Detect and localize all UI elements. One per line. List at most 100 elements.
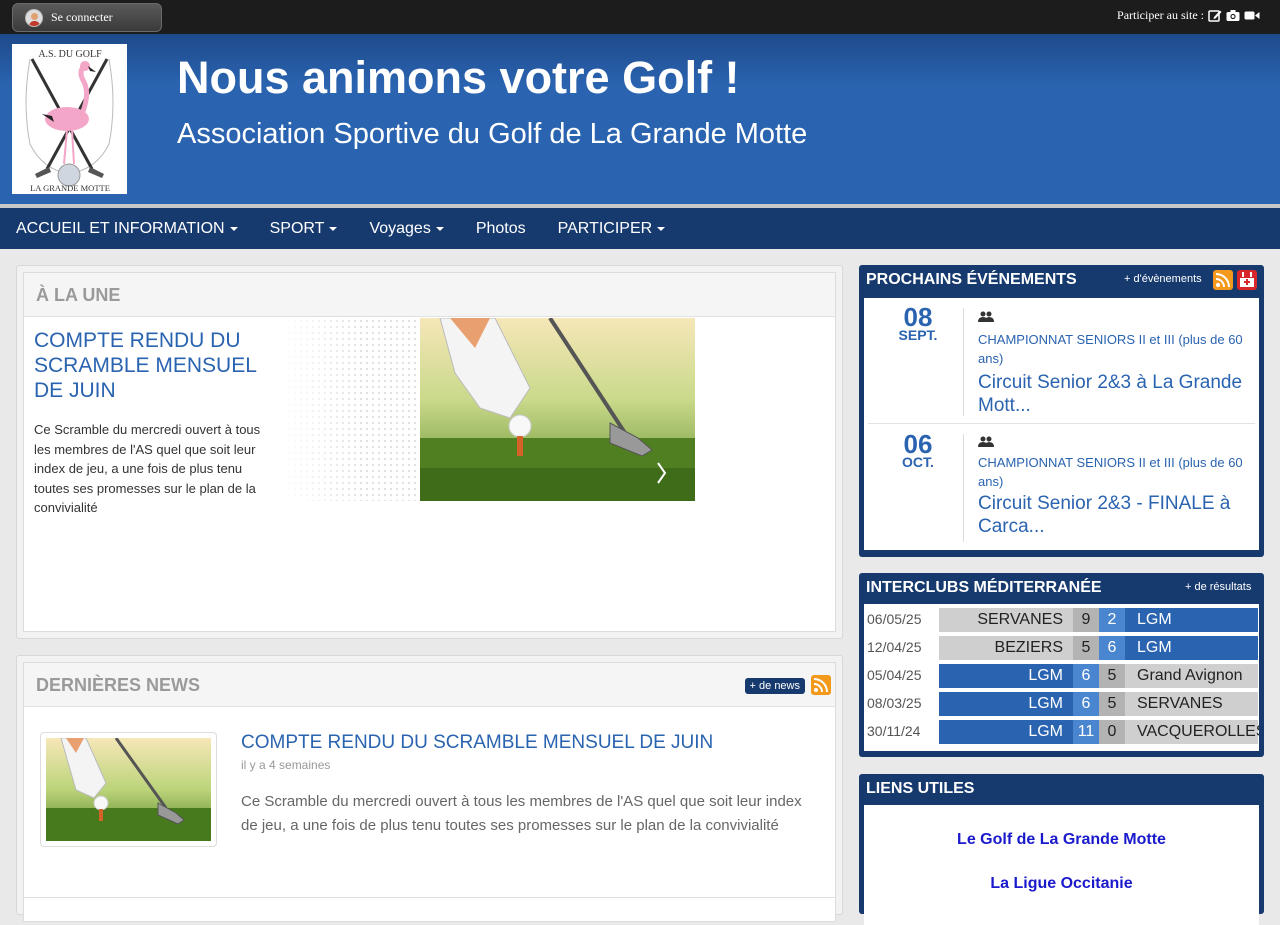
user-avatar-icon [25,8,43,27]
site-title: Nous animons votre Golf ! [177,52,740,103]
links-title: LIENS UTILES [866,780,975,797]
event-name[interactable]: Circuit Senior 2&3 à La Grande Mott... [978,371,1248,417]
news-timestamp: il y a 4 semaines [241,758,331,772]
away-score: 6 [1099,636,1125,660]
events-list: 08 SEPT. CHAMPIONNAT SENIORS II et III (… [864,298,1259,550]
une-article-image[interactable] [280,318,835,501]
logo-bottom-text: LA GRANDE MOTTE [30,183,110,193]
interclubs-results: 06/05/25 SERVANES 9 2 LGM 12/04/25 BEZIERS 5 6 LG… [864,604,1259,751]
nav-item-photos[interactable]: Photos [476,220,526,238]
login-button[interactable]: Se connecter [12,3,162,32]
table-row[interactable]: 12/04/25 BEZIERS 5 6 LGM [867,636,1259,660]
nav-item-label: Voyages [369,219,431,237]
nav-item-participer[interactable]: PARTICIPER [558,220,666,238]
table-row[interactable]: 08/03/25 LGM 6 5 SERVANES [867,692,1259,716]
home-score: 6 [1073,692,1099,716]
links-list: Le Golf de La Grande Motte La Ligue Occi… [864,805,1259,925]
more-news-button[interactable]: + de news [744,678,805,694]
news-excerpt: Ce Scramble du mercredi ouvert à tous le… [241,793,802,834]
rss-icon[interactable] [1213,270,1233,290]
camera-icon[interactable] [1226,9,1240,22]
edit-icon[interactable] [1208,9,1222,22]
calendar-add-icon[interactable] [1237,270,1257,290]
away-team: VACQUEROLLES [1125,720,1259,744]
event-category: CHAMPIONNAT SENIORS II et III (plus de 6… [978,455,1243,489]
event-divider [963,434,964,542]
home-team: LGM [939,692,1073,716]
home-score: 5 [1073,636,1099,660]
interclubs-title: INTERCLUBS MÉDITERRANÉE [866,579,1102,596]
nav-item-label: PARTICIPER [557,219,653,237]
away-score: 5 [1099,692,1125,716]
away-team: LGM [1125,636,1258,660]
nav-item-accueil[interactable]: ACCUEIL ET INFORMATION [16,220,238,238]
event-item[interactable]: 06 OCT. CHAMPIONNAT SENIORS II et III (p… [868,428,1255,550]
une-article-text: Ce Scramble du mercredi ouvert à tous le… [34,422,261,515]
group-icon [978,436,994,447]
login-label: Se connecter [51,10,113,24]
away-team: SERVANES [1125,692,1258,716]
away-team: LGM [1125,608,1258,632]
site-header: A.S. DU GOLF LA GRANDE MOTTE Nous animon… [0,34,1280,204]
home-team: LGM [939,720,1073,744]
interclubs-widget: INTERCLUBS MÉDITERRANÉE + de résultats 0… [859,573,1264,757]
result-date: 08/03/25 [867,695,922,711]
participer-bar: Participer au site : [1117,8,1260,23]
table-row[interactable]: 30/11/24 LGM 11 0 VACQUEROLLES [867,720,1259,744]
une-panel-inner: À LA UNE COMPTE RENDU DU SCRAMBLE MENSUE… [23,272,836,632]
rss-icon[interactable] [811,675,831,695]
home-score: 9 [1073,608,1099,632]
more-events-link[interactable]: + d'évènements [1124,273,1202,285]
result-date: 05/04/25 [867,667,922,683]
une-article-title[interactable]: COMPTE RENDU DU SCRAMBLE MENSUEL DE JUIN [34,328,274,403]
nav-item-label: Photos [475,219,526,237]
nav-item-label: SPORT [269,219,325,237]
news-thumbnail[interactable] [40,732,217,847]
events-widget: PROCHAINS ÉVÉNEMENTS + d'évènements 08 S… [859,265,1264,557]
list-item: COMPTE RENDU DU SCRAMBLE MENSUEL DE JUIN… [24,708,835,898]
link-ligue[interactable]: La Ligue Occitanie [864,875,1259,893]
event-name[interactable]: Circuit Senior 2&3 - FINALE à Carca... [978,492,1248,538]
main-nav: ACCUEIL ET INFORMATION SPORT Voyages Pho… [0,208,1280,249]
chevron-down-icon [657,226,666,231]
home-score: 11 [1073,720,1099,744]
site-subtitle: Association Sportive du Golf de La Grand… [177,118,808,150]
participer-label: Participer au site : [1117,8,1204,22]
news-title[interactable]: COMPTE RENDU DU SCRAMBLE MENSUEL DE JUIN [241,732,713,754]
top-bar: Se connecter Participer au site : [0,0,1280,34]
news-panel-inner: DERNIÈRES NEWS + de news COMPTE RENDU DU… [23,662,836,922]
event-month: OCT. [902,454,934,470]
news-panel: DERNIÈRES NEWS + de news COMPTE RENDU DU… [16,655,843,922]
club-logo[interactable]: A.S. DU GOLF LA GRANDE MOTTE [12,44,127,194]
nav-item-voyages[interactable]: Voyages [369,219,444,238]
event-category: CHAMPIONNAT SENIORS II et III (plus de 6… [978,332,1243,366]
home-team: BEZIERS [939,636,1073,660]
chevron-down-icon [435,226,444,231]
result-date: 12/04/25 [867,639,922,655]
table-row[interactable]: 05/04/25 LGM 6 5 Grand Avignon [867,664,1259,688]
chevron-down-icon [329,226,338,231]
une-content: COMPTE RENDU DU SCRAMBLE MENSUEL DE JUIN… [24,318,835,631]
chevron-down-icon [229,226,238,231]
news-header: DERNIÈRES NEWS + de news [24,663,835,707]
une-section-title: À LA UNE [36,285,121,305]
links-widget: LIENS UTILES Le Golf de La Grande Motte … [859,774,1264,925]
table-row[interactable]: 06/05/25 SERVANES 9 2 LGM [867,608,1259,632]
away-score: 0 [1099,720,1125,744]
news-list: COMPTE RENDU DU SCRAMBLE MENSUEL DE JUIN… [24,708,835,908]
nav-item-sport[interactable]: SPORT [270,220,338,238]
une-header: À LA UNE [24,273,835,317]
home-team: LGM [939,664,1073,688]
away-score: 5 [1099,664,1125,688]
away-score: 2 [1099,608,1125,632]
nav-item-label: ACCUEIL ET INFORMATION [16,219,225,237]
video-icon[interactable] [1244,9,1260,22]
home-team: SERVANES [939,608,1073,632]
more-results-link[interactable]: + de résultats [1185,581,1251,593]
home-score: 6 [1073,664,1099,688]
away-team: Grand Avignon [1125,664,1258,688]
event-item[interactable]: 08 SEPT. CHAMPIONNAT SENIORS II et III (… [868,302,1255,424]
logo-top-text: A.S. DU GOLF [38,49,102,60]
events-title: PROCHAINS ÉVÉNEMENTS [866,271,1077,288]
link-golf[interactable]: Le Golf de La Grande Motte [864,831,1259,849]
